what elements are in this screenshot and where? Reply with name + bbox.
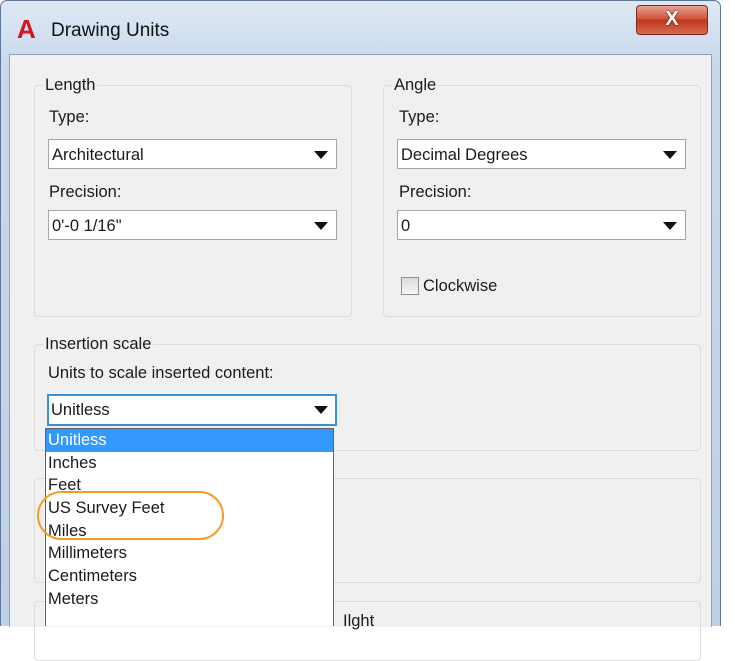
chevron-down-icon — [663, 222, 677, 230]
dropdown-option[interactable]: Centimeters — [46, 565, 333, 588]
angle-type-value: Decimal Degrees — [401, 146, 528, 164]
annotation-highlight-ring — [37, 491, 224, 540]
dropdown-option[interactable]: Inches — [46, 452, 333, 475]
chevron-down-icon — [663, 151, 677, 159]
angle-precision-label: Precision: — [399, 183, 472, 201]
length-precision-value: 0'-0 1/16" — [52, 217, 122, 235]
length-group-title: Length — [43, 75, 98, 95]
length-type-select[interactable]: Architectural — [48, 139, 337, 169]
dropdown-option[interactable]: Unitless — [46, 429, 333, 452]
length-type-value: Architectural — [52, 146, 144, 164]
insertion-units-select[interactable]: Unitless — [47, 394, 337, 426]
angle-precision-value: 0 — [401, 217, 411, 235]
close-button[interactable]: X — [636, 5, 708, 35]
angle-type-label: Type: — [399, 108, 440, 126]
length-type-label: Type: — [49, 108, 90, 126]
dropdown-option[interactable]: Millimeters — [46, 542, 333, 565]
window-title: Drawing Units — [51, 20, 170, 41]
insertion-scale-group-title: Insertion scale — [43, 334, 154, 354]
chevron-down-icon — [314, 151, 328, 159]
dropdown-option[interactable]: Meters — [46, 588, 333, 611]
clockwise-checkbox[interactable] — [401, 277, 419, 295]
angle-group-title: Angle — [392, 75, 439, 95]
obscured-lighting-text: Ilght — [343, 612, 375, 630]
clockwise-label[interactable]: Clockwise — [423, 276, 497, 296]
chevron-down-icon — [314, 406, 328, 414]
length-precision-select[interactable]: 0'-0 1/16" — [48, 210, 337, 240]
insertion-units-value: Unitless — [51, 401, 110, 419]
title-bar[interactable]: A Drawing Units X — [1, 1, 720, 57]
autocad-a-icon: A — [17, 14, 36, 44]
length-precision-label: Precision: — [49, 183, 122, 201]
units-to-scale-label: Units to scale inserted content: — [48, 364, 274, 382]
angle-precision-select[interactable]: 0 — [397, 210, 686, 240]
angle-type-select[interactable]: Decimal Degrees — [397, 139, 686, 169]
chevron-down-icon — [314, 222, 328, 230]
